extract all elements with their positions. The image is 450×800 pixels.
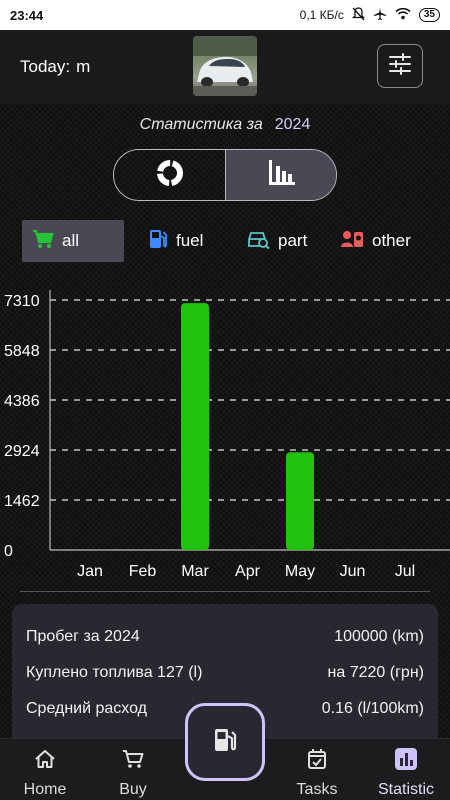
other-icon <box>340 229 364 254</box>
home-icon <box>34 745 56 773</box>
bar-chart-icon <box>266 159 296 192</box>
x-tick-label: Apr <box>235 563 261 580</box>
pie-chart-view-button[interactable] <box>114 150 225 200</box>
filter-other[interactable]: other <box>330 220 421 262</box>
wifi-icon <box>395 7 411 23</box>
nav-buy[interactable]: Buy <box>102 739 164 800</box>
summary-row-fuel-bought: Куплено топлива 127 (l) на 7220 (грн) <box>26 664 424 682</box>
statistics-title: Статистика за 2024 <box>0 116 450 134</box>
fuel-bought-label: Куплено топлива 127 (l) <box>26 664 203 681</box>
airplane-icon <box>373 7 387 24</box>
nav-buy-label: Buy <box>119 781 147 798</box>
cart-icon <box>32 229 54 254</box>
summary-row-mileage: Пробег за 2024 100000 (km) <box>26 628 424 646</box>
nav-statistic[interactable]: Statistic <box>366 739 446 800</box>
year-selector[interactable]: 2024 <box>275 116 311 133</box>
filter-all-label: all <box>62 231 80 250</box>
status-icons: 0,1 КБ/с 35 <box>299 6 440 24</box>
fuel-bought-value: на 7220 (грн) <box>327 664 424 681</box>
x-tick-label: May <box>285 563 315 580</box>
sliders-icon <box>388 52 412 80</box>
x-tick-label: Feb <box>129 563 157 580</box>
bar-mar[interactable] <box>181 303 209 550</box>
today-value: m <box>76 57 91 76</box>
x-tick-label: Jun <box>340 563 366 580</box>
y-tick-label: 5848 <box>4 343 40 360</box>
avg-consumption-value: 0.16 (l/100km) <box>321 700 424 717</box>
y-tick-label: 7310 <box>4 293 40 310</box>
bar-chart-view-button[interactable] <box>225 150 336 200</box>
settings-button[interactable] <box>377 44 423 88</box>
today-label: Today: <box>20 57 71 76</box>
nav-home[interactable]: Home <box>14 739 76 800</box>
x-tick-label: Jan <box>77 563 103 580</box>
divider <box>20 591 430 592</box>
nav-home-label: Home <box>23 781 67 798</box>
network-speed: 0,1 КБ/с <box>299 8 344 22</box>
filter-other-label: other <box>372 231 411 250</box>
bar-chart-icon <box>394 745 418 773</box>
add-fuel-button[interactable] <box>185 703 265 781</box>
mileage-label: Пробег за 2024 <box>26 628 140 645</box>
status-time: 23:44 <box>10 7 44 23</box>
app-header: Today: m <box>0 30 450 104</box>
filter-part-label: part <box>278 231 308 250</box>
battery-indicator: 35 <box>418 8 440 22</box>
category-filters: all fuel part other <box>22 220 432 264</box>
statistics-content: Статистика за 2024 all fuel part other 0… <box>0 104 450 754</box>
calendar-check-icon <box>307 745 327 773</box>
filter-part[interactable]: part <box>236 220 317 262</box>
car-repair-icon <box>246 229 270 254</box>
status-bar: 23:44 0,1 КБ/с 35 <box>0 0 450 30</box>
avg-consumption-label: Средний расход <box>26 700 147 717</box>
mute-icon <box>351 6 365 24</box>
bar-may[interactable] <box>286 452 314 550</box>
nav-statistic-label: Statistic <box>377 781 434 798</box>
y-tick-label: 0 <box>4 543 13 560</box>
nav-tasks-label: Tasks <box>296 781 338 798</box>
x-tick-label: Jul <box>395 563 415 580</box>
pie-chart-icon <box>156 159 184 192</box>
filter-all[interactable]: all <box>22 220 124 262</box>
fuel-icon <box>212 726 238 759</box>
x-tick-label: Mar <box>181 563 209 580</box>
expense-bar-chart: 0 1462 2924 4386 5848 7310 Jan Feb Mar Apr May Jun J… <box>4 290 450 580</box>
y-tick-label: 4386 <box>4 393 40 410</box>
y-tick-label: 1462 <box>4 493 40 510</box>
filter-fuel[interactable]: fuel <box>138 220 213 262</box>
fuel-icon <box>148 228 168 255</box>
mileage-value: 100000 (km) <box>334 628 424 645</box>
chart-view-toggle <box>113 149 337 201</box>
filter-fuel-label: fuel <box>176 231 204 250</box>
nav-tasks[interactable]: Tasks <box>286 739 348 800</box>
statistics-label: Статистика за <box>139 116 263 133</box>
y-tick-label: 2924 <box>4 443 40 460</box>
car-photo[interactable] <box>193 36 257 96</box>
cart-icon <box>122 745 144 773</box>
today-display: Today: m <box>20 57 90 77</box>
